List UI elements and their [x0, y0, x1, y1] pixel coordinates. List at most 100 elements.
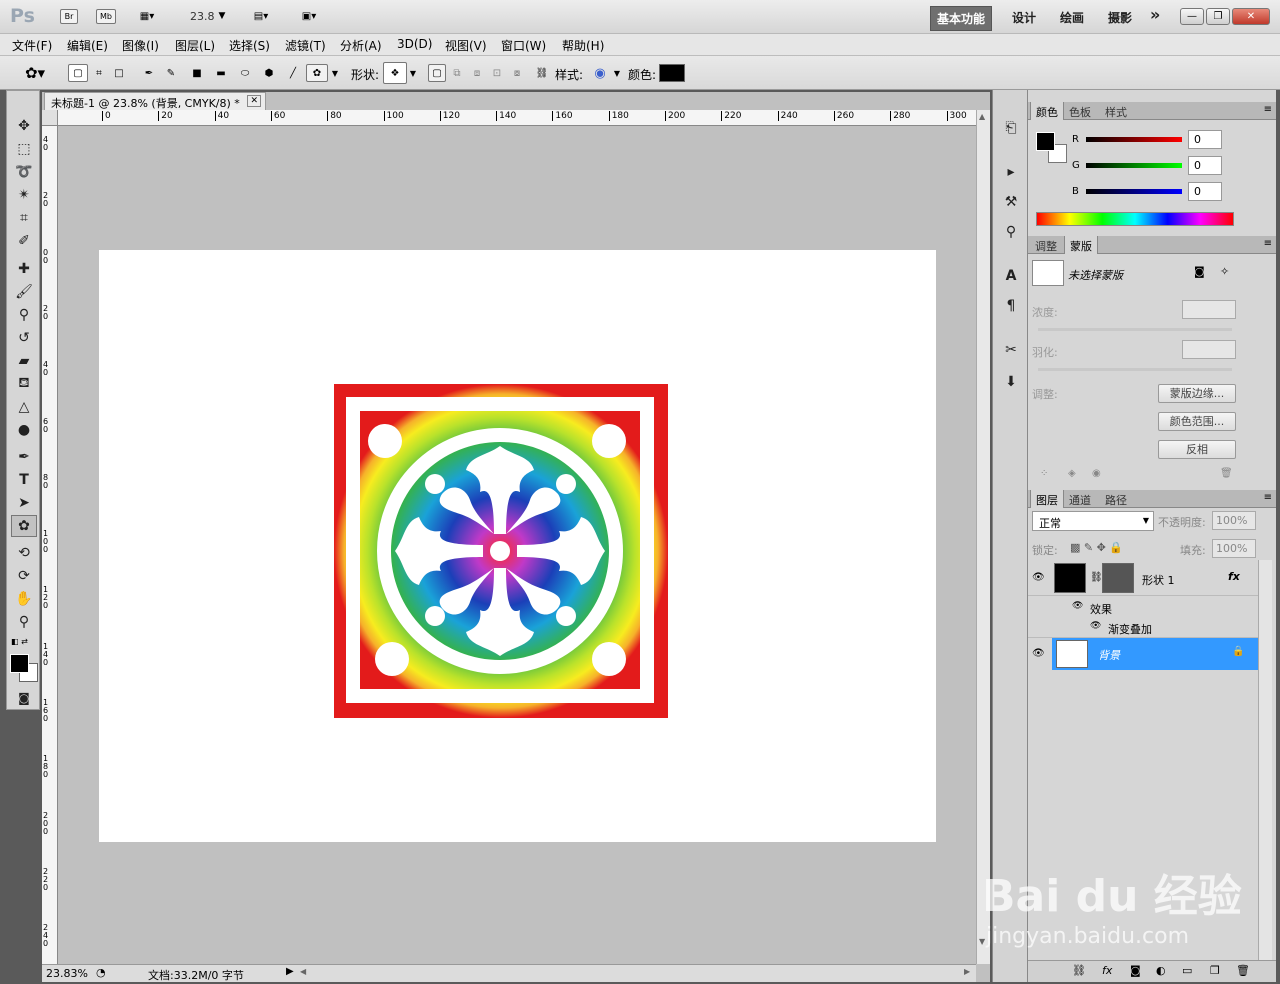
custom-shape-tool-icon[interactable]: ✿ — [11, 515, 37, 537]
intersect-shape-icon[interactable]: ⊡ — [488, 64, 506, 82]
effects-eye-icon[interactable]: 👁 — [1072, 601, 1083, 611]
shape-layers-icon[interactable]: ▢ — [68, 64, 88, 82]
layer-shape-1[interactable]: 👁 ⛓ 形状 1 fx — [1028, 560, 1258, 596]
add-style-icon[interactable]: fx — [1102, 964, 1112, 977]
green-slider[interactable] — [1086, 163, 1182, 168]
line-icon[interactable]: ╱ — [284, 64, 302, 82]
invert-button[interactable]: 反相 — [1158, 440, 1236, 459]
rectangle-icon[interactable]: ■ — [188, 64, 206, 82]
zoom-dropdown-icon[interactable]: ▼ — [216, 10, 228, 22]
scroll-right-icon[interactable]: ▶ — [964, 967, 970, 976]
tab-adjustments[interactable]: 调整 — [1030, 236, 1062, 254]
move-tool-icon[interactable]: ✥ — [11, 115, 37, 137]
quick-mask-icon[interactable]: ◙ — [11, 687, 37, 709]
tab-styles[interactable]: 样式 — [1100, 102, 1132, 120]
load-selection-icon[interactable]: ⁘ — [1040, 468, 1048, 479]
paragraph-panel-icon[interactable]: ¶ — [1001, 296, 1021, 316]
document-tab[interactable]: 未标题-1 @ 23.8% (背景, CMYK/8) * ✕ — [44, 92, 266, 110]
menu-filter[interactable]: 滤镜(T) — [285, 37, 326, 54]
mask-edge-button[interactable]: 蒙版边缘... — [1158, 384, 1236, 403]
document-canvas[interactable] — [99, 250, 936, 842]
tab-swatches[interactable]: 色板 — [1064, 102, 1096, 120]
history-brush-tool-icon[interactable]: ↺ — [11, 327, 37, 349]
apply-mask-icon[interactable]: ◈ — [1068, 468, 1076, 479]
pen-icon[interactable]: ✒ — [140, 64, 158, 82]
link-icon[interactable]: ⛓ — [536, 64, 549, 82]
tab-color[interactable]: 颜色 — [1030, 102, 1064, 120]
paint-bucket-tool-icon[interactable]: ⛾ — [11, 373, 37, 395]
new-layer-icon[interactable]: ❐ — [1210, 964, 1220, 977]
marquee-tool-icon[interactable]: ⬚ — [11, 138, 37, 160]
menu-layer[interactable]: 图层(L) — [175, 37, 215, 54]
status-info-icon[interactable]: ◔ — [96, 966, 106, 979]
feather-slider[interactable] — [1038, 368, 1232, 371]
visibility-eye-icon[interactable]: 👁 — [1032, 648, 1045, 659]
menu-select[interactable]: 选择(S) — [229, 37, 270, 54]
paths-icon[interactable]: ⌗ — [90, 64, 108, 82]
tab-layers[interactable]: 图层 — [1030, 490, 1064, 508]
blue-slider[interactable] — [1086, 189, 1182, 194]
foreground-color-swatch[interactable] — [10, 654, 29, 673]
path-selection-tool-icon[interactable]: ➤ — [11, 492, 37, 514]
pixel-mask-icon[interactable]: ◙ — [1194, 265, 1205, 278]
style-picker[interactable]: ◉ — [590, 64, 610, 82]
dodge-tool-icon[interactable]: ● — [11, 419, 37, 441]
tab-masks[interactable]: 蒙版 — [1064, 236, 1098, 254]
3d-orbit-tool-icon[interactable]: ⟳ — [11, 565, 37, 587]
panel-menu-icon[interactable]: ≡ — [1264, 238, 1272, 249]
minimize-button[interactable]: — — [1180, 8, 1204, 25]
close-button[interactable]: ✕ — [1232, 8, 1270, 25]
3d-rotate-tool-icon[interactable]: ⟲ — [11, 542, 37, 564]
subtract-shape-icon[interactable]: ⧈ — [468, 64, 486, 82]
arrange-documents-icon[interactable]: ▤▾ — [244, 9, 278, 24]
vertical-scrollbar[interactable]: ▲ ▼ — [976, 110, 990, 964]
tool-presets-panel-icon[interactable]: ⚒ — [1001, 192, 1021, 212]
ellipse-icon[interactable]: ⬭ — [236, 64, 254, 82]
delete-layer-icon[interactable]: 🗑 — [1236, 964, 1250, 977]
red-value[interactable]: 0 — [1188, 130, 1222, 149]
color-spectrum-bar[interactable] — [1036, 212, 1234, 226]
visibility-eye-icon[interactable]: 👁 — [1032, 572, 1045, 583]
layer-effects-row[interactable]: 👁 效果 — [1028, 598, 1258, 618]
healing-brush-tool-icon[interactable]: ✚ — [11, 258, 37, 280]
vector-mask-icon[interactable]: ✧ — [1220, 265, 1229, 278]
eraser-tool-icon[interactable]: ▰ — [11, 350, 37, 372]
eyedropper-tool-icon[interactable]: ✐ — [11, 230, 37, 252]
view-extras-icon[interactable]: ▦▾ — [132, 9, 162, 24]
custom-shape-icon[interactable]: ✿ — [306, 64, 328, 82]
restore-button[interactable]: ❐ — [1206, 8, 1230, 25]
fill-field[interactable]: 100% — [1212, 539, 1256, 558]
magic-wand-tool-icon[interactable]: ✴ — [11, 184, 37, 206]
screen-mode-icon[interactable]: ▣▾ — [292, 9, 326, 24]
menu-image[interactable]: 图像(I) — [122, 37, 159, 54]
workspace-design[interactable]: 设计 — [1012, 9, 1036, 26]
fg-color-swatch[interactable] — [1036, 132, 1055, 151]
new-shape-layer-icon[interactable]: ▢ — [428, 64, 446, 82]
ruler-origin[interactable] — [42, 110, 58, 126]
geometry-options-icon[interactable]: ▼ — [330, 66, 340, 80]
brush-tool-icon[interactable]: 🖌 — [11, 281, 37, 303]
new-group-icon[interactable]: ▭ — [1182, 964, 1192, 977]
crop-tool-icon[interactable]: ⌗ — [11, 207, 37, 229]
menu-3d[interactable]: 3D(D) — [397, 37, 432, 51]
color-swatch[interactable] — [659, 64, 685, 82]
workspace-essentials[interactable]: 基本功能 — [930, 6, 993, 31]
add-mask-icon[interactable]: ◙ — [1130, 964, 1141, 977]
tool-preset-icon[interactable]: ✿▾ — [18, 64, 52, 82]
tab-channels[interactable]: 通道 — [1064, 490, 1096, 508]
panel-menu-icon[interactable]: ≡ — [1264, 492, 1272, 503]
pen-tool-icon[interactable]: ✒ — [11, 446, 37, 468]
opacity-field[interactable]: 100% — [1212, 511, 1256, 530]
scroll-left-icon[interactable]: ◀ — [300, 967, 306, 976]
tab-paths[interactable]: 路径 — [1100, 490, 1132, 508]
red-slider[interactable] — [1086, 137, 1182, 142]
menu-edit[interactable]: 编辑(E) — [67, 37, 108, 54]
clone-stamp-tool-icon[interactable]: ⚲ — [11, 304, 37, 326]
default-colors-icon[interactable]: ◧ ⇄ — [11, 637, 28, 646]
rounded-rectangle-icon[interactable]: ▬ — [212, 64, 230, 82]
history-panel-icon[interactable]: ⎗ — [1001, 118, 1021, 138]
blend-mode-select[interactable]: 正常 ▼ — [1032, 511, 1154, 531]
mini-bridge-icon[interactable]: Mb — [96, 9, 116, 24]
layer-effect-gradient-overlay[interactable]: 👁 渐变叠加 — [1028, 618, 1258, 638]
effect-eye-icon[interactable]: 👁 — [1090, 621, 1101, 631]
